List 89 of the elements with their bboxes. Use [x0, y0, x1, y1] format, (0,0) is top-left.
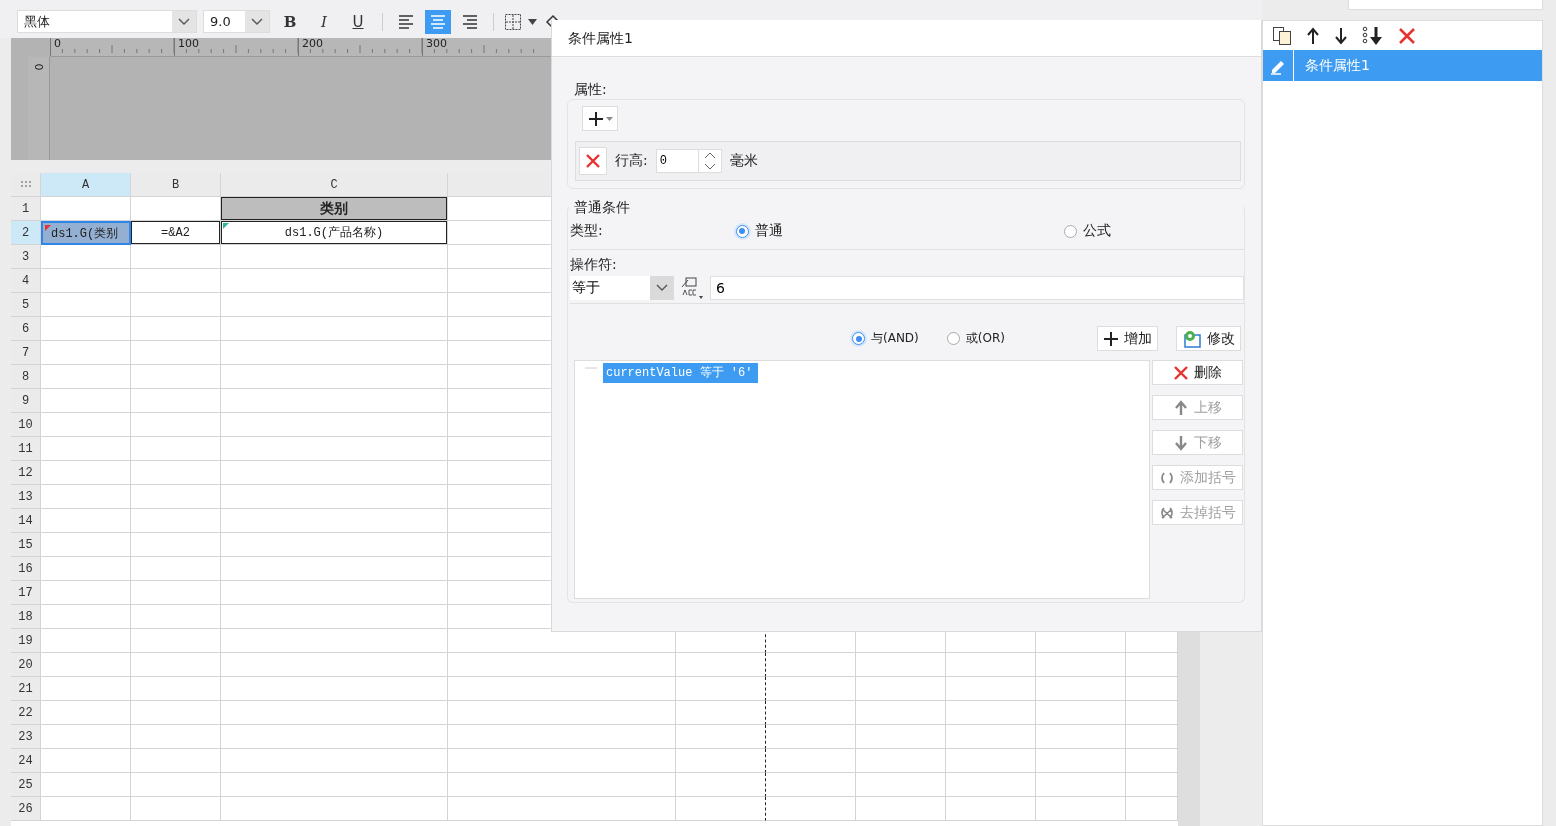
join-radio[interactable]: 与(AND) — [852, 330, 919, 347]
row-header[interactable]: 12 — [11, 461, 41, 485]
align-center-icon — [429, 12, 447, 31]
cross-icon — [585, 153, 601, 169]
font-select[interactable]: 黑体 — [17, 10, 197, 33]
italic-button[interactable]: I — [310, 10, 338, 33]
search-field[interactable] — [1348, 0, 1543, 10]
delete-button[interactable]: 删除 — [1152, 360, 1243, 385]
field-label: 行高: — [615, 152, 648, 170]
operator-select[interactable]: 等于 — [570, 276, 674, 300]
chevron-down-icon — [656, 284, 668, 292]
underline-button[interactable]: U — [344, 10, 372, 33]
row-header[interactable]: 22 — [11, 701, 41, 725]
font-size-select[interactable]: 9.0 — [203, 10, 270, 33]
up-arrow-icon[interactable] — [1306, 26, 1320, 45]
join-radio[interactable]: 或(OR) — [946, 330, 1005, 347]
row-header[interactable]: 2 — [11, 221, 41, 245]
row-header[interactable]: 8 — [11, 365, 41, 389]
row-header[interactable]: 1 — [11, 197, 41, 221]
row-header[interactable]: 10 — [11, 413, 41, 437]
border-icon[interactable] — [504, 12, 522, 31]
row-header[interactable]: 4 — [11, 269, 41, 293]
plus-icon — [1103, 330, 1119, 347]
table-cell[interactable]: =&A2 — [131, 221, 221, 245]
row-header[interactable]: 7 — [11, 341, 41, 365]
column-header[interactable]: B — [131, 173, 221, 197]
row-header[interactable]: 23 — [11, 725, 41, 749]
ruler-label: 200 — [298, 38, 422, 56]
ruler-label: 0 — [50, 38, 174, 56]
row-header[interactable]: 13 — [11, 485, 41, 509]
add-property-button[interactable] — [582, 106, 618, 131]
row-header[interactable]: 15 — [11, 533, 41, 557]
row-header[interactable]: 16 — [11, 557, 41, 581]
field-label: 操作符: — [570, 256, 617, 274]
row-header[interactable]: 14 — [11, 509, 41, 533]
bold-button[interactable]: B — [276, 10, 304, 33]
dropdown-icon — [605, 116, 613, 121]
row-header[interactable]: 18 — [11, 605, 41, 629]
row-header[interactable]: 5 — [11, 293, 41, 317]
cross-icon — [1173, 364, 1189, 381]
chevron-down-icon — [251, 17, 263, 26]
spinner-buttons[interactable] — [697, 149, 722, 173]
group-label: 属性: — [573, 80, 608, 99]
row-header[interactable]: 19 — [11, 629, 41, 653]
value-type-icon[interactable] — [680, 277, 704, 299]
table-cell[interactable]: ds1.G(类别 — [41, 221, 131, 245]
type-radio[interactable]: 公式 — [1064, 222, 1111, 240]
row-header[interactable]: 11 — [11, 437, 41, 461]
copy-icon[interactable] — [1272, 25, 1292, 46]
column-header[interactable]: A — [41, 173, 131, 197]
modify-button[interactable]: 修改 — [1176, 326, 1241, 351]
row-header[interactable]: 24 — [11, 749, 41, 773]
ruler-label: 300 — [422, 38, 546, 56]
dialog-title: 条件属性1 — [552, 20, 1261, 57]
gear-window-icon — [1182, 329, 1202, 348]
align-center-button[interactable] — [425, 9, 451, 34]
chevron-down-icon — [703, 163, 716, 170]
table-cell[interactable]: 类别 — [221, 197, 448, 221]
align-left-icon — [397, 12, 415, 31]
row-header[interactable]: 6 — [11, 317, 41, 341]
up-arrow-icon — [1173, 399, 1189, 416]
column-header[interactable]: C — [221, 173, 448, 197]
plus-icon — [587, 110, 604, 127]
move-to-bottom-icon[interactable] — [1362, 25, 1384, 46]
add-button[interactable]: 增加 — [1097, 326, 1158, 351]
align-right-icon — [461, 12, 479, 31]
down-arrow-icon — [1173, 434, 1189, 451]
value-field[interactable]: 6 — [710, 276, 1244, 300]
type-radio[interactable]: 普通 — [735, 222, 783, 240]
row-header[interactable]: 21 — [11, 677, 41, 701]
row-height-field[interactable]: 0 — [655, 149, 698, 173]
group-label: 普通条件 — [573, 198, 631, 217]
table-cell[interactable]: ds1.G(产品名称) — [221, 221, 448, 245]
row-header[interactable]: 25 — [11, 773, 41, 797]
row-header[interactable]: 3 — [11, 245, 41, 269]
remove-property-button[interactable] — [579, 147, 607, 175]
row-header[interactable]: 26 — [11, 797, 41, 821]
field-label: 类型: — [570, 222, 603, 240]
ruler-label: 100 — [174, 38, 298, 56]
chevron-up-icon — [703, 152, 716, 159]
delete-icon[interactable] — [1398, 26, 1416, 45]
row-header[interactable]: 17 — [11, 581, 41, 605]
unit-label: 毫米 — [729, 152, 758, 170]
ruler-label: 0 — [32, 63, 45, 71]
down-arrow-icon[interactable] — [1334, 26, 1348, 45]
chevron-down-icon — [178, 17, 190, 26]
row-header[interactable]: 9 — [11, 389, 41, 413]
dropdown-icon[interactable] — [528, 18, 537, 25]
row-header[interactable]: 20 — [11, 653, 41, 677]
